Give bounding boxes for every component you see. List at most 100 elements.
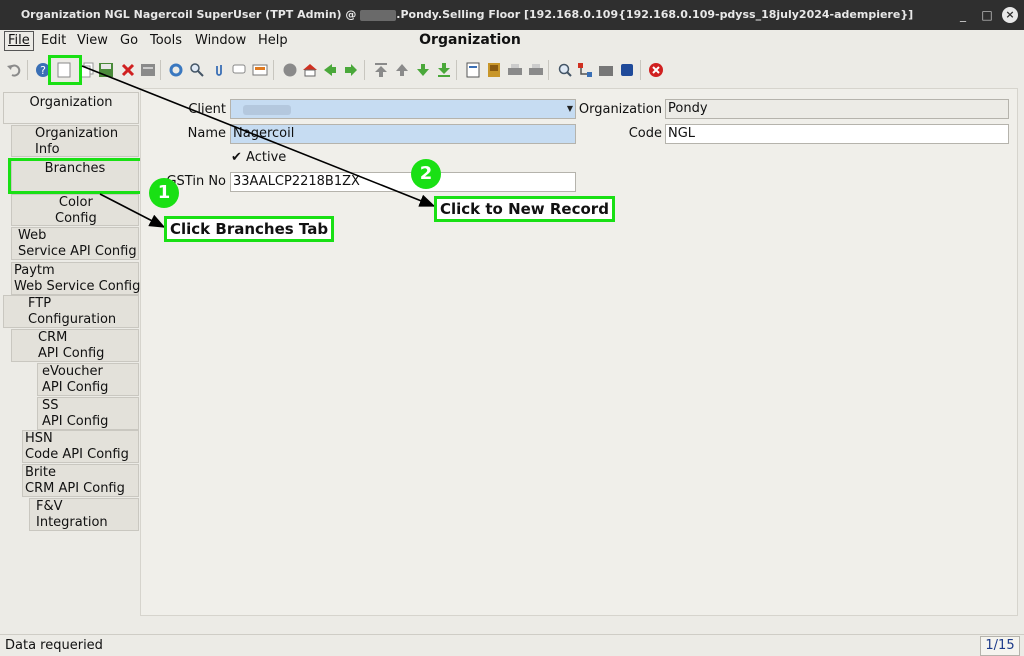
tab-crm-api-config[interactable]: CRM API Config xyxy=(11,329,139,362)
previous-record-icon[interactable] xyxy=(394,62,410,78)
code-field[interactable]: NGL xyxy=(665,124,1009,144)
menu-file-label: File xyxy=(8,33,30,48)
tab-ftp-configuration-label: FTP Configuration xyxy=(28,296,117,327)
step-1-badge: 1 xyxy=(149,178,179,208)
tab-fv-integration-label: F&V Integration xyxy=(36,499,108,530)
copy-record-icon[interactable] xyxy=(80,62,96,78)
gstin-field[interactable]: 33AALCP2218B1ZX xyxy=(230,172,576,192)
window-title-suffix: .Pondy.Selling Floor [192.168.0.109{192.… xyxy=(396,8,914,21)
menu-view[interactable]: View xyxy=(74,32,111,50)
chevron-down-icon[interactable]: ▼ xyxy=(565,100,575,118)
window-title: Organization NGL Nagercoil SuperUser (TP… xyxy=(0,0,934,30)
window-title-prefix: Organization NGL Nagercoil SuperUser (TP… xyxy=(20,8,357,21)
tab-crm-api-config-label: CRM API Config xyxy=(38,330,105,361)
tab-paytm-web-service-config-label: Paytm Web Service Config xyxy=(14,263,141,294)
toolbar-separator xyxy=(640,60,641,80)
tab-hsn-code-api-config[interactable]: HSN Code API Config xyxy=(22,430,139,463)
title-bar: Organization NGL Nagercoil SuperUser (TP… xyxy=(0,0,1024,30)
menu-file[interactable]: File xyxy=(4,31,34,51)
status-bar: Data requeried 1/15 xyxy=(0,634,1024,656)
workflow-icon[interactable] xyxy=(577,62,593,78)
report-icon[interactable] xyxy=(465,62,481,78)
tab-brite-crm-api-config-label: Brite CRM API Config xyxy=(25,465,125,496)
archived-docs-icon[interactable] xyxy=(486,62,502,78)
status-message: Data requeried xyxy=(5,638,103,653)
history-icon[interactable] xyxy=(252,62,268,78)
redacted-client-value xyxy=(243,105,291,115)
attachment-icon[interactable] xyxy=(211,62,227,78)
refresh-icon[interactable] xyxy=(168,62,184,78)
grid-toggle-icon[interactable] xyxy=(140,62,156,78)
client-field[interactable]: ▼ xyxy=(230,99,576,119)
toolbar-separator xyxy=(548,60,549,80)
undo-icon[interactable] xyxy=(6,62,22,78)
exit-icon[interactable] xyxy=(648,62,664,78)
menu-edit[interactable]: Edit xyxy=(38,32,69,50)
tab-organization-label: Organization xyxy=(29,95,113,110)
tab-evoucher-api-config-label: eVoucher API Config xyxy=(42,364,109,395)
tab-paytm-web-service-config[interactable]: Paytm Web Service Config xyxy=(11,262,141,295)
menu-tools[interactable]: Tools xyxy=(147,32,185,50)
name-field[interactable]: Nagercoil xyxy=(230,124,576,144)
tab-organization-info[interactable]: Organization Info xyxy=(11,125,139,157)
client-label: Client xyxy=(188,102,226,117)
step-1-callout: Click Branches Tab xyxy=(164,216,335,242)
record-count[interactable]: 1/15 xyxy=(980,636,1020,656)
archive-icon[interactable] xyxy=(282,62,298,78)
tab-organization[interactable]: Organization xyxy=(3,92,139,124)
product-info-icon[interactable] xyxy=(619,62,635,78)
chat-icon[interactable] xyxy=(231,62,247,78)
window-heading: Organization xyxy=(419,32,521,48)
checkmark-icon: ✔ xyxy=(231,150,242,165)
active-label: Active xyxy=(246,150,287,165)
tab-evoucher-api-config[interactable]: eVoucher API Config xyxy=(37,363,139,396)
home-icon[interactable] xyxy=(302,62,318,78)
next-record-icon[interactable] xyxy=(415,62,431,78)
tab-hsn-code-api-config-label: HSN Code API Config xyxy=(25,431,129,462)
step-2-callout: Click to New Record xyxy=(434,196,615,222)
organization-field[interactable]: Pondy xyxy=(665,99,1009,119)
first-record-icon[interactable] xyxy=(373,62,389,78)
name-label: Name xyxy=(187,126,226,141)
last-record-icon[interactable] xyxy=(436,62,452,78)
redacted-text xyxy=(360,9,397,21)
menu-help[interactable]: Help xyxy=(255,32,291,50)
delete-icon[interactable] xyxy=(120,62,136,78)
step-2-badge: 2 xyxy=(411,159,441,189)
toolbar-separator xyxy=(456,60,457,80)
code-label: Code xyxy=(628,126,662,141)
maximize-button[interactable]: □ xyxy=(979,7,995,23)
toolbar-separator xyxy=(364,60,365,80)
tab-web-service-api-config[interactable]: Web Service API Config xyxy=(11,227,139,260)
previous-arrow-icon[interactable] xyxy=(322,62,338,78)
branches-tab-highlight xyxy=(8,158,144,194)
menu-go[interactable]: Go xyxy=(117,32,141,50)
tab-ftp-configuration[interactable]: FTP Configuration xyxy=(3,295,139,328)
tab-organization-info-label: Organization Info xyxy=(35,126,119,157)
save-icon[interactable] xyxy=(98,62,114,78)
tab-ss-api-config-label: SS API Config xyxy=(42,398,109,429)
menu-window[interactable]: Window xyxy=(192,32,249,50)
toolbar-separator xyxy=(273,60,274,80)
tab-color-config[interactable]: Color Config xyxy=(11,194,139,226)
minimize-button[interactable]: _ xyxy=(955,7,971,23)
find-icon[interactable] xyxy=(189,62,205,78)
tab-fv-integration[interactable]: F&V Integration xyxy=(29,498,139,531)
record-panel xyxy=(140,88,1018,616)
next-arrow-icon[interactable] xyxy=(343,62,359,78)
svg-text:?: ? xyxy=(40,64,46,77)
toolbar-separator xyxy=(27,60,28,80)
organization-label: Organization xyxy=(578,102,662,117)
tab-web-service-api-config-label: Web Service API Config xyxy=(18,228,137,259)
toolbar-separator xyxy=(160,60,161,80)
request-icon[interactable] xyxy=(598,62,614,78)
active-checkbox[interactable]: ✔ Active xyxy=(231,150,286,165)
print-icon[interactable] xyxy=(528,62,544,78)
tab-ss-api-config[interactable]: SS API Config xyxy=(37,397,139,430)
close-window-button[interactable]: × xyxy=(1002,7,1018,23)
print-preview-icon[interactable] xyxy=(507,62,523,78)
new-record-highlight xyxy=(48,55,82,85)
tab-color-config-label: Color Config xyxy=(55,195,97,226)
tab-brite-crm-api-config[interactable]: Brite CRM API Config xyxy=(22,464,139,497)
zoom-across-icon[interactable] xyxy=(557,62,573,78)
